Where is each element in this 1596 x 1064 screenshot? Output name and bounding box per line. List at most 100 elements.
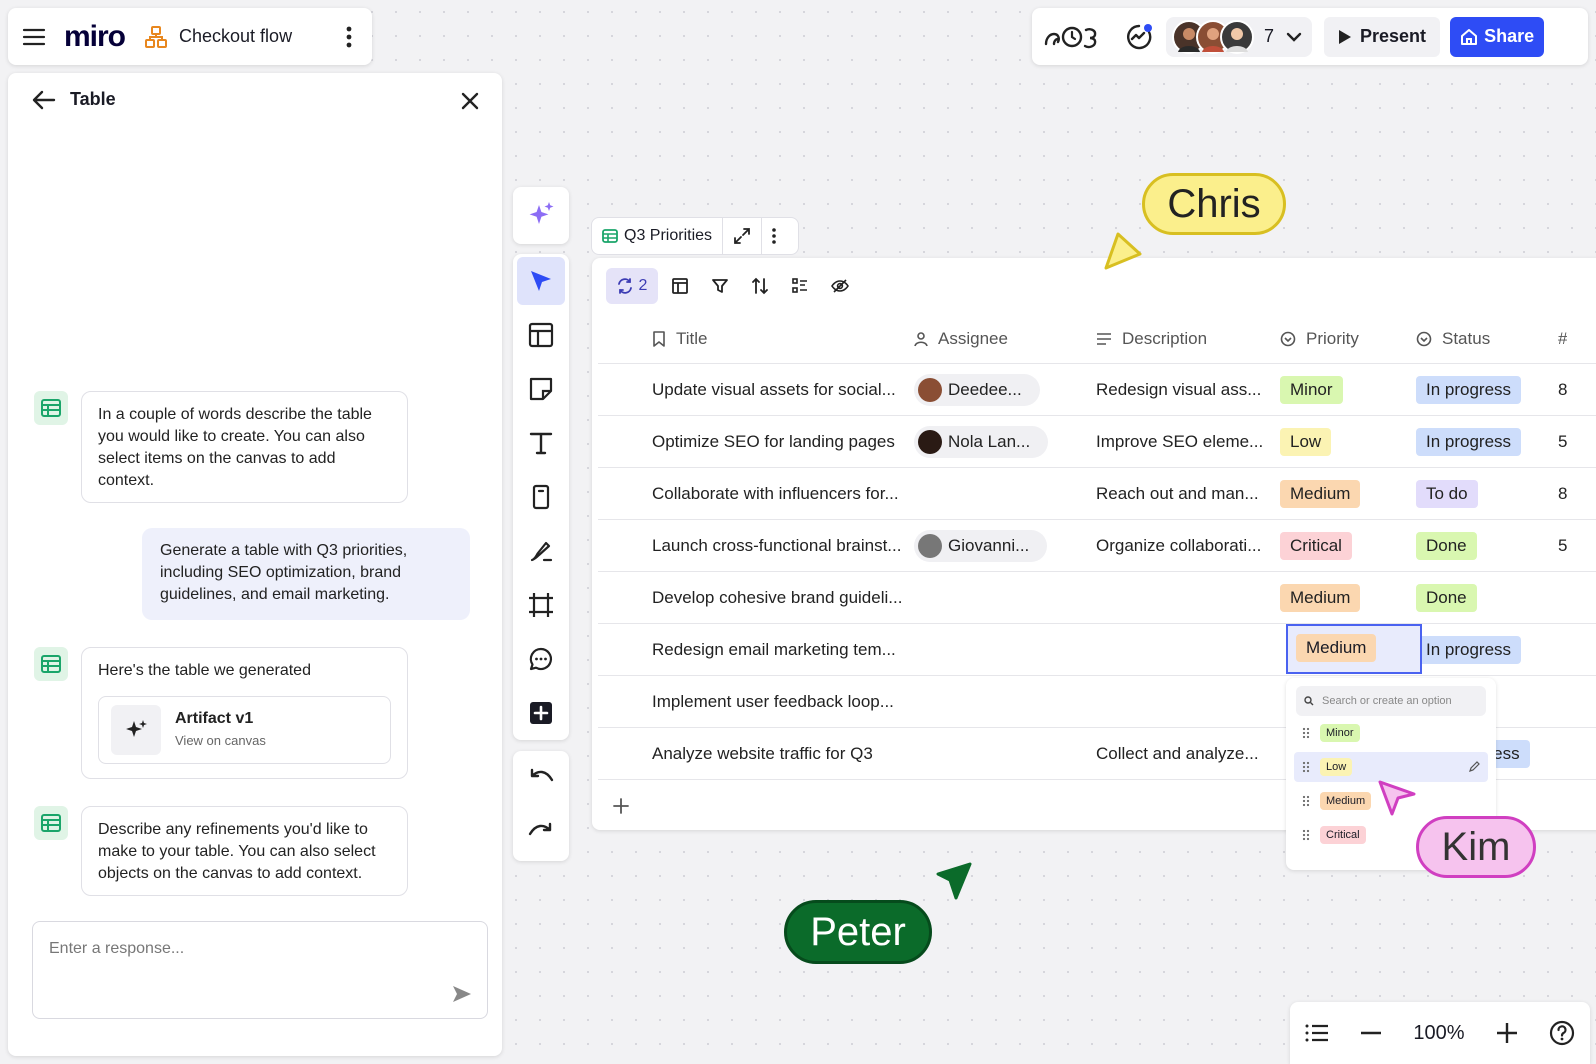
- redo-button[interactable]: [513, 805, 569, 859]
- select-tool[interactable]: [513, 254, 569, 308]
- drag-handle-icon[interactable]: [1302, 795, 1310, 807]
- ai-sparkle-tool[interactable]: [513, 187, 569, 241]
- description-cell[interactable]: Redesign visual ass...: [1096, 364, 1266, 415]
- present-button[interactable]: Present: [1324, 16, 1441, 57]
- priority-cell[interactable]: Medium: [1280, 572, 1361, 623]
- send-icon[interactable]: [451, 984, 473, 1004]
- miro-logo[interactable]: miro: [64, 20, 126, 54]
- activity-icon[interactable]: [1124, 22, 1154, 52]
- priority-cell[interactable]: Critical: [1280, 520, 1352, 571]
- more-options-icon[interactable]: [762, 218, 786, 254]
- status-cell[interactable]: Done: [1416, 572, 1477, 623]
- assignee-cell[interactable]: Nola Lan...: [914, 416, 1049, 467]
- share-button[interactable]: Share: [1450, 16, 1545, 57]
- response-input[interactable]: Enter a response...: [32, 921, 488, 1019]
- undo-button[interactable]: [513, 751, 569, 805]
- number-cell[interactable]: 5: [1558, 416, 1567, 467]
- close-icon[interactable]: [460, 91, 480, 111]
- add-more-tool[interactable]: [513, 686, 569, 740]
- zoom-level[interactable]: 100%: [1413, 1022, 1464, 1045]
- description-cell[interactable]: Collect and analyze...: [1096, 728, 1266, 779]
- option-minor[interactable]: Minor: [1294, 718, 1488, 748]
- zoom-in-icon[interactable]: [1496, 1022, 1518, 1044]
- description-cell[interactable]: Reach out and man...: [1096, 468, 1266, 519]
- more-options-icon[interactable]: [346, 26, 352, 48]
- assignee-chip[interactable]: Deedee...: [914, 373, 1040, 406]
- help-icon[interactable]: [1549, 1020, 1575, 1046]
- table-row[interactable]: Redesign email marketing tem... In progre…: [598, 624, 1596, 676]
- priority-cell[interactable]: Minor: [1280, 364, 1343, 415]
- frame-tool[interactable]: [513, 578, 569, 632]
- table-row[interactable]: Update visual assets for social... Deedee…: [598, 364, 1596, 416]
- sync-button[interactable]: 2: [606, 268, 658, 304]
- assignee-cell[interactable]: Giovanni...: [914, 520, 1048, 571]
- status-cell[interactable]: Done: [1416, 520, 1477, 571]
- card-tool[interactable]: [513, 470, 569, 524]
- selected-priority-pill[interactable]: Medium: [1296, 634, 1377, 662]
- column-title[interactable]: Title: [652, 314, 708, 363]
- table-icon: [602, 229, 618, 243]
- title-cell[interactable]: Update visual assets for social...: [652, 364, 902, 415]
- board-name[interactable]: Checkout flow: [179, 26, 292, 47]
- number-cell[interactable]: 8: [1558, 364, 1567, 415]
- title-cell[interactable]: Develop cohesive brand guideli...: [652, 572, 902, 623]
- column-priority[interactable]: Priority: [1280, 314, 1359, 363]
- artifact-subtitle[interactable]: View on canvas: [175, 730, 266, 752]
- cursor-label-kim: Kim: [1416, 816, 1536, 878]
- zoom-out-icon[interactable]: [1360, 1031, 1382, 1035]
- status-cell[interactable]: In progress: [1416, 364, 1522, 415]
- status-cell[interactable]: In progress: [1416, 624, 1522, 675]
- expand-icon[interactable]: [723, 218, 763, 254]
- column-assignee[interactable]: Assignee: [914, 314, 1008, 363]
- comment-tool[interactable]: [513, 632, 569, 686]
- number-cell[interactable]: 8: [1558, 468, 1567, 519]
- reactions-timer-icon[interactable]: [1042, 22, 1100, 52]
- assignee-cell[interactable]: Deedee...: [914, 364, 1040, 415]
- edit-pencil-icon[interactable]: [1468, 761, 1480, 773]
- chevron-down-icon[interactable]: [1286, 32, 1302, 42]
- hide-fields-icon[interactable]: [822, 268, 858, 304]
- drag-handle-icon[interactable]: [1302, 829, 1310, 841]
- menu-icon[interactable]: [22, 27, 46, 47]
- layout-icon[interactable]: [662, 268, 698, 304]
- title-cell[interactable]: Redesign email marketing tem...: [652, 624, 902, 675]
- list-icon[interactable]: [1305, 1023, 1329, 1043]
- title-cell[interactable]: Optimize SEO for landing pages: [652, 416, 902, 467]
- table-row[interactable]: Develop cohesive brand guideli... Medium D…: [598, 572, 1596, 624]
- title-cell[interactable]: Launch cross-functional brainst...: [652, 520, 902, 571]
- table-title-tab[interactable]: Q3 Priorities: [591, 217, 799, 255]
- sort-icon[interactable]: [742, 268, 778, 304]
- table-name-tag[interactable]: Q3 Priorities: [592, 218, 724, 254]
- drag-handle-icon[interactable]: [1302, 727, 1310, 739]
- table-row[interactable]: Launch cross-functional brainst... Giovan…: [598, 520, 1596, 572]
- filter-icon[interactable]: [702, 268, 738, 304]
- assignee-chip[interactable]: Giovanni...: [914, 529, 1048, 562]
- table-row[interactable]: Optimize SEO for landing pages Nola Lan..…: [598, 416, 1596, 468]
- number-cell[interactable]: 5: [1558, 520, 1567, 571]
- artifact-card[interactable]: Artifact v1 View on canvas: [98, 696, 391, 764]
- priority-cell[interactable]: Low: [1280, 416, 1332, 467]
- title-cell[interactable]: Collaborate with influencers for...: [652, 468, 902, 519]
- text-tool[interactable]: [513, 416, 569, 470]
- title-cell[interactable]: Analyze website traffic for Q3: [652, 728, 902, 779]
- description-cell[interactable]: Organize collaborati...: [1096, 520, 1266, 571]
- templates-tool[interactable]: [513, 308, 569, 362]
- group-icon[interactable]: [782, 268, 818, 304]
- column-description[interactable]: Description: [1096, 314, 1207, 363]
- pen-tool[interactable]: [513, 524, 569, 578]
- plus-icon[interactable]: [612, 780, 630, 832]
- priority-cell[interactable]: Medium: [1280, 468, 1361, 519]
- title-cell[interactable]: Implement user feedback loop...: [652, 676, 902, 727]
- column-number[interactable]: #: [1558, 314, 1567, 363]
- option-search-input[interactable]: Search or create an option: [1296, 686, 1486, 716]
- back-arrow-icon[interactable]: [32, 90, 56, 110]
- column-status[interactable]: Status: [1416, 314, 1490, 363]
- status-cell[interactable]: In progress: [1416, 416, 1522, 467]
- description-cell[interactable]: Improve SEO eleme...: [1096, 416, 1266, 467]
- drag-handle-icon[interactable]: [1302, 761, 1310, 773]
- assignee-chip[interactable]: Nola Lan...: [914, 425, 1049, 458]
- collaborators-list[interactable]: 7: [1166, 16, 1313, 57]
- sticky-note-tool[interactable]: [513, 362, 569, 416]
- status-cell[interactable]: To do: [1416, 468, 1478, 519]
- table-row[interactable]: Collaborate with influencers for... Reach…: [598, 468, 1596, 520]
